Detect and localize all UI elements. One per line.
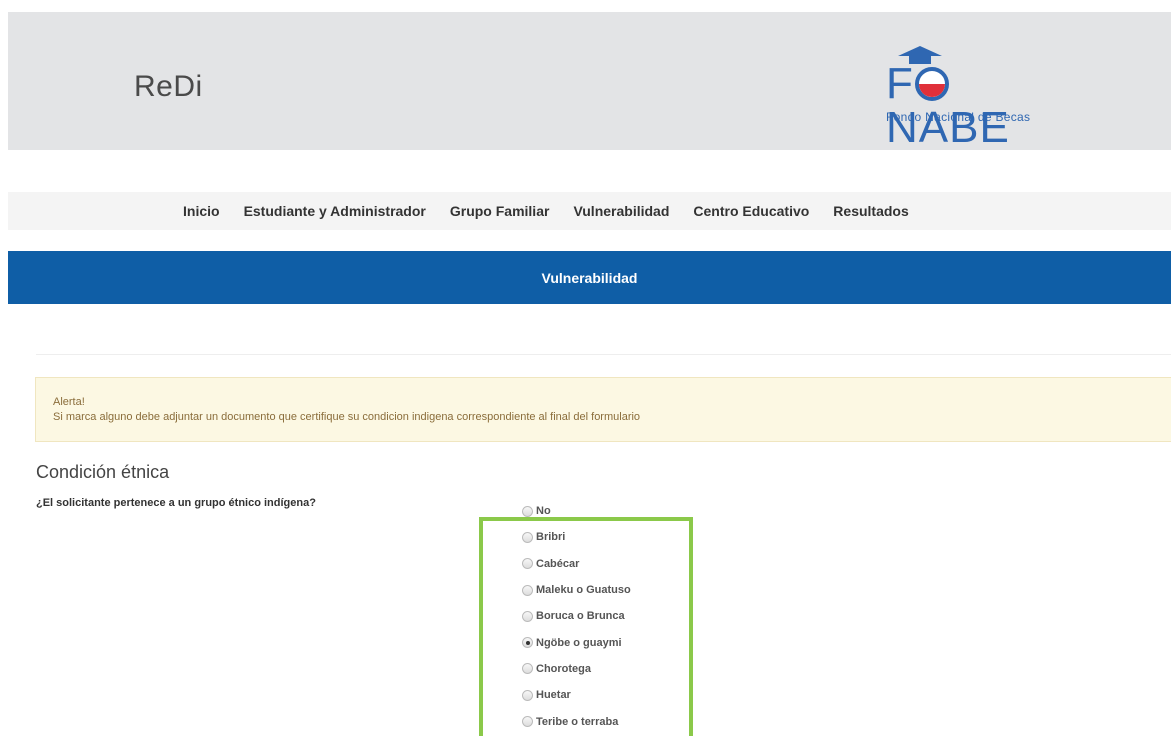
page: ReDi F NABE Fondo Nacional de Becas Inici…: [0, 0, 1171, 736]
graduation-cap-icon: [898, 46, 942, 56]
ethnic-group-question: ¿El solicitante pertenece a un grupo étn…: [36, 497, 316, 509]
nav-item-grupo-familiar[interactable]: Grupo Familiar: [450, 203, 550, 219]
logo-o-icon: [914, 67, 949, 101]
brand-title: ReDi: [134, 70, 203, 103]
alert-message: Si marca alguno debe adjuntar un documen…: [53, 411, 641, 423]
logo-wordmark: F NABE: [886, 62, 1066, 150]
nav-item-centro-educativo[interactable]: Centro Educativo: [693, 203, 809, 219]
logo-tagline: Fondo Nacional de Becas: [886, 110, 1031, 124]
main-nav: Inicio Estudiante y Administrador Grupo …: [8, 192, 1171, 230]
section-title-bar: Vulnerabilidad: [8, 251, 1171, 304]
radio-no[interactable]: [522, 505, 533, 517]
option-label: No: [536, 505, 551, 518]
nav-item-inicio[interactable]: Inicio: [183, 203, 220, 219]
nav-item-vulnerabilidad[interactable]: Vulnerabilidad: [573, 203, 669, 219]
divider: [36, 354, 1171, 355]
section-title-text: Vulnerabilidad: [541, 269, 638, 286]
highlight-box: [479, 517, 693, 736]
nav-item-resultados[interactable]: Resultados: [833, 203, 908, 219]
header: ReDi F NABE Fondo Nacional de Becas: [8, 12, 1171, 150]
fonabe-logo: F NABE Fondo Nacional de Becas: [876, 46, 1066, 150]
alert-box: Alerta! Si marca alguno debe adjuntar un…: [35, 377, 1171, 442]
form-section-title: Condición étnica: [36, 462, 170, 482]
logo-letter-f: F: [886, 59, 914, 108]
nav-item-estudiante[interactable]: Estudiante y Administrador: [244, 203, 426, 219]
alert-heading: Alerta!: [53, 396, 85, 408]
